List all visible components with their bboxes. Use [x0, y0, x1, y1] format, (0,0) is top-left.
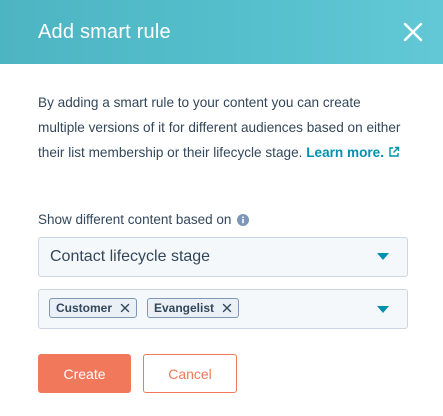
rule-type-select[interactable]: Contact lifecycle stage	[38, 237, 408, 277]
learn-more-label: Learn more.	[306, 145, 385, 160]
info-icon[interactable]	[237, 214, 250, 226]
external-link-icon	[389, 146, 400, 157]
stage-tag-label: Evangelist	[154, 301, 215, 315]
dialog-header: Add smart rule	[0, 0, 443, 64]
dialog-description: By adding a smart rule to your content y…	[38, 90, 408, 165]
remove-tag-icon[interactable]	[222, 303, 232, 313]
lifecycle-stage-multiselect[interactable]: Customer Evangelist	[38, 289, 408, 329]
stage-tag: Evangelist	[147, 298, 240, 318]
close-button[interactable]	[401, 20, 425, 44]
close-icon	[403, 22, 423, 42]
rule-type-value: Contact lifecycle stage	[50, 248, 211, 265]
cancel-button[interactable]: Cancel	[143, 354, 237, 393]
remove-tag-icon[interactable]	[120, 303, 130, 313]
content-basis-label: Show different content based on	[38, 211, 250, 229]
stage-tag-label: Customer	[56, 301, 113, 315]
content-basis-label-text: Show different content based on	[38, 212, 232, 227]
chevron-down-icon	[377, 306, 389, 313]
smart-rule-dialog: Add smart rule By adding a smart rule to…	[0, 0, 443, 416]
create-button[interactable]: Create	[38, 354, 131, 393]
dialog-title: Add smart rule	[38, 21, 171, 43]
learn-more-link[interactable]: Learn more.	[306, 145, 400, 160]
chevron-down-icon	[377, 253, 389, 260]
stage-tag: Customer	[49, 298, 138, 318]
